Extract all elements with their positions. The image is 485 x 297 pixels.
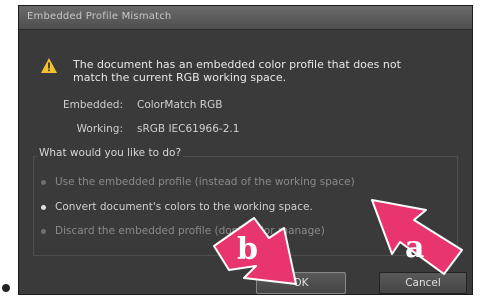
- embedded-label: Embedded:: [63, 99, 123, 111]
- dialog-titlebar: Embedded Profile Mismatch: [19, 6, 472, 30]
- option-label: Use the embedded profile (instead of the…: [55, 176, 355, 188]
- dialog-title: Embedded Profile Mismatch: [27, 11, 172, 22]
- profile-mismatch-dialog: Embedded Profile Mismatch The document h…: [18, 5, 473, 295]
- callout-label-b: b: [237, 232, 258, 267]
- radio-button[interactable]: [41, 180, 46, 185]
- working-label: Working:: [76, 123, 123, 135]
- callout-arrow-b: [213, 217, 297, 285]
- callout-label-a: a: [405, 230, 425, 265]
- page-bullet: [2, 284, 10, 292]
- warning-icon: [41, 58, 57, 73]
- mismatch-message: The document has an embedded color profi…: [73, 58, 453, 84]
- embedded-value: ColorMatch RGB: [137, 99, 223, 111]
- message-line-2: match the current RGB working space.: [73, 71, 287, 84]
- radio-button-selected[interactable]: [41, 205, 46, 210]
- radio-button[interactable]: [41, 229, 46, 234]
- message-line-1: The document has an embedded color profi…: [73, 58, 401, 71]
- working-value: sRGB IEC61966-2.1: [137, 123, 240, 135]
- options-question: What would you like to do?: [37, 147, 184, 159]
